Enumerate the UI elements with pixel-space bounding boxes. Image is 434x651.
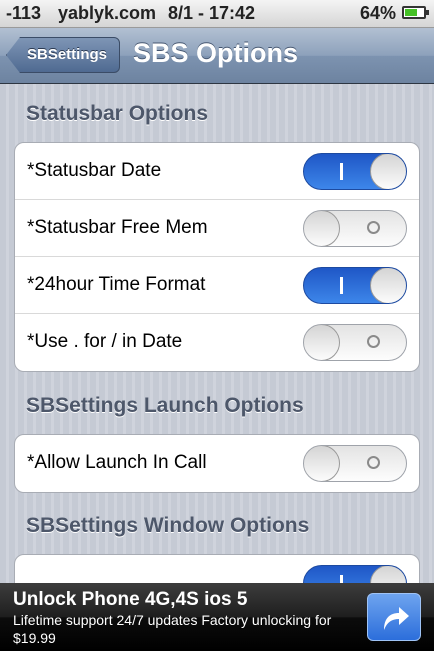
date-separator-toggle[interactable] [303,324,407,361]
section-title-window: SBSettings Window Options [26,514,310,537]
24hour-time-toggle[interactable] [303,267,407,304]
battery-icon [402,6,429,19]
setting-label: *Statusbar Date [27,160,162,181]
battery-percent: 64% [360,3,397,23]
toggle-knob [304,211,340,246]
toggle-off-mark [367,221,380,234]
ad-banner[interactable]: Unlock Phone 4G,4S ios 5 Lifetime suppor… [0,583,434,651]
setting-row-statusbar-date[interactable]: *Statusbar Date [15,143,419,200]
carrier-name: yablyk.com [58,3,157,23]
page-title: SBS Options [133,38,299,68]
setting-row-24hour-time[interactable]: *24hour Time Format [15,257,419,314]
setting-row-statusbar-free-mem[interactable]: *Statusbar Free Mem [15,200,419,257]
status-bar: -113 yablyk.com 8/1 - 17:42 64% [0,0,434,28]
toggle-knob [370,154,406,189]
launch-options-group: *Allow Launch In Call [14,434,420,493]
setting-label: *Use . for / in Date [27,331,183,352]
statusbar-free-mem-toggle[interactable] [303,210,407,247]
allow-launch-in-call-toggle[interactable] [303,445,407,482]
section-title-statusbar: Statusbar Options [26,102,209,125]
signal-strength: -113 [6,3,42,23]
section-title-launch: SBSettings Launch Options [26,394,304,417]
navigation-bar: SBSettings SBS Options [0,28,434,84]
statusbar-options-group: *Statusbar Date *Statusbar Free Mem *24h… [14,142,420,372]
toggle-on-mark [340,163,343,180]
toggle-off-mark [367,335,380,348]
setting-row-date-separator[interactable]: *Use . for / in Date [15,314,419,371]
back-button[interactable]: SBSettings [6,37,120,73]
toggle-knob [304,325,340,360]
setting-label: *Allow Launch In Call [27,452,207,473]
statusbar-date-toggle[interactable] [303,153,407,190]
setting-label: *Statusbar Free Mem [27,217,208,238]
share-arrow-icon [384,607,409,630]
ad-title: Unlock Phone 4G,4S ios 5 [13,589,248,610]
status-time: 8/1 - 17:42 [168,3,256,23]
setting-label: *24hour Time Format [27,274,206,295]
ad-open-button[interactable] [367,593,421,641]
setting-row-allow-launch-in-call[interactable]: *Allow Launch In Call [15,435,419,492]
toggle-knob [304,446,340,481]
toggle-on-mark [340,277,343,294]
toggle-knob [370,268,406,303]
toggle-off-mark [367,456,380,469]
ad-body: Lifetime support 24/7 updates Factory un… [13,612,332,646]
